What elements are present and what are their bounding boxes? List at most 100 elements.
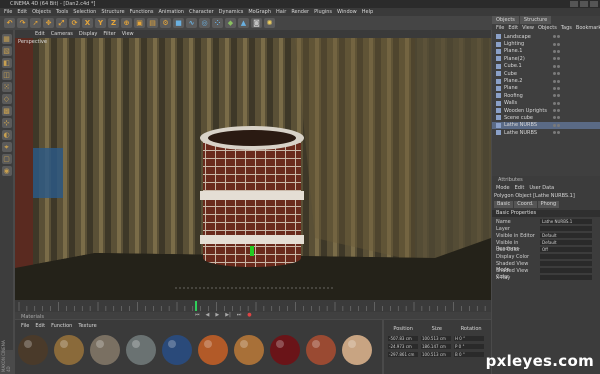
render-view-icon[interactable]: ▣: [134, 18, 145, 28]
minimize-button[interactable]: [570, 1, 578, 7]
material-swatch[interactable]: [233, 334, 265, 366]
viewport-menu-view[interactable]: View: [122, 30, 134, 38]
playhead[interactable]: [195, 301, 197, 311]
material-swatch[interactable]: [269, 334, 301, 366]
materials-menu-item[interactable]: File: [21, 322, 29, 330]
workplane-icon[interactable]: ▢: [1, 154, 12, 164]
menu-objects[interactable]: Objects: [32, 8, 51, 16]
materials-menu-item[interactable]: Function: [51, 322, 72, 330]
object-list-item[interactable]: Lathe NURBS: [492, 129, 600, 136]
attributes-tab[interactable]: Coord.: [514, 201, 537, 208]
rotation-field[interactable]: B 0 °: [454, 352, 484, 357]
deformer-icon[interactable]: ◆: [225, 18, 236, 28]
material-swatch[interactable]: [341, 334, 373, 366]
menu-help[interactable]: Help: [362, 8, 373, 16]
timeline[interactable]: [15, 300, 491, 312]
edge-mode-icon[interactable]: ◇: [1, 94, 12, 104]
object-list-item[interactable]: Lathe NURBS: [492, 121, 600, 130]
material-swatch[interactable]: [89, 334, 121, 366]
materials-menu-item[interactable]: Edit: [35, 322, 45, 330]
visibility-dots[interactable]: [553, 72, 600, 76]
object-list-item[interactable]: Scene cube: [492, 114, 600, 121]
array-icon[interactable]: ⁘: [212, 18, 223, 28]
attribute-value-field[interactable]: [540, 268, 592, 273]
size-field[interactable]: 100.513 cm: [421, 336, 451, 341]
texture-mode-icon[interactable]: ▧: [1, 46, 12, 56]
material-swatch[interactable]: [161, 334, 193, 366]
material-swatch[interactable]: [53, 334, 85, 366]
menu-functions[interactable]: Functions: [130, 8, 154, 16]
render-settings-icon[interactable]: ⚙: [160, 18, 171, 28]
object-mode-icon[interactable]: ◫: [1, 70, 12, 80]
menu-mograph[interactable]: MoGraph: [248, 8, 271, 16]
model-mode-icon[interactable]: ◧: [1, 58, 12, 68]
tweak-mode-icon[interactable]: ◐: [1, 130, 12, 140]
viewport-menu-filter[interactable]: Filter: [103, 30, 115, 38]
cube-primitive-icon[interactable]: ■: [173, 18, 184, 28]
attribute-value-field[interactable]: [540, 261, 592, 266]
nurbs-icon[interactable]: ◎: [199, 18, 210, 28]
objects-menu-objects[interactable]: Objects: [538, 24, 557, 32]
menu-edit[interactable]: Edit: [17, 8, 27, 16]
material-swatch[interactable]: [197, 334, 229, 366]
objects-tab-objects[interactable]: Objects: [492, 16, 519, 24]
objects-menu-tags[interactable]: Tags: [561, 24, 572, 32]
position-field[interactable]: -297.861 cm: [388, 352, 418, 357]
attribute-value-field[interactable]: [540, 254, 592, 259]
play-icon[interactable]: ▶: [215, 312, 219, 319]
attributes-menu-item[interactable]: User Data: [529, 184, 554, 192]
visibility-dots[interactable]: [553, 64, 600, 68]
move-icon[interactable]: ✥: [43, 18, 54, 28]
attributes-menu-item[interactable]: Mode: [496, 184, 510, 192]
objects-tab-structure[interactable]: Structure: [519, 16, 552, 24]
object-list-item[interactable]: Plane(2): [492, 55, 600, 62]
go-to-start-icon[interactable]: ⏮: [195, 312, 200, 319]
step-back-icon[interactable]: ◀: [206, 312, 210, 319]
camera-icon[interactable]: ◙: [251, 18, 262, 28]
redo-icon[interactable]: ↷: [17, 18, 28, 28]
objects-menu-view[interactable]: View: [522, 24, 534, 32]
rotate-icon[interactable]: ⟳: [69, 18, 80, 28]
object-list-item[interactable]: Lighting: [492, 40, 600, 47]
attribute-value-field[interactable]: Default: [540, 240, 592, 245]
maximize-button[interactable]: [580, 1, 588, 7]
menu-selection[interactable]: Selection: [73, 8, 96, 16]
barrel-model[interactable]: [200, 126, 304, 267]
rotation-field[interactable]: P 0 °: [454, 344, 484, 349]
z-axis-icon[interactable]: Z: [108, 18, 119, 28]
visibility-dots[interactable]: [553, 116, 600, 120]
rotation-field[interactable]: H 0 °: [454, 336, 484, 341]
menu-character[interactable]: Character: [189, 8, 214, 16]
material-swatch[interactable]: [17, 334, 49, 366]
attributes-tab[interactable]: Phong: [537, 201, 560, 208]
menu-render[interactable]: Render: [291, 8, 309, 16]
attribute-value-field[interactable]: Off: [540, 247, 592, 252]
visibility-dots[interactable]: [553, 94, 600, 98]
attributes-menu-item[interactable]: Edit: [515, 184, 525, 192]
attribute-value-field[interactable]: [540, 226, 592, 231]
objects-menu-file[interactable]: File: [496, 24, 504, 32]
live-select-icon[interactable]: ➚: [30, 18, 41, 28]
visibility-dots[interactable]: [553, 109, 600, 113]
menu-animation[interactable]: Animation: [158, 8, 184, 16]
visibility-dots[interactable]: [553, 49, 600, 53]
objects-menu-bookmarks[interactable]: Bookmarks: [576, 24, 600, 32]
step-forward-icon[interactable]: ▶|: [225, 312, 231, 319]
visibility-dots[interactable]: [553, 101, 600, 105]
spline-icon[interactable]: ∿: [186, 18, 197, 28]
menu-plugins[interactable]: Plugins: [314, 8, 332, 16]
undo-icon[interactable]: ↶: [4, 18, 15, 28]
object-list-item[interactable]: Plane: [492, 85, 600, 92]
x-axis-icon[interactable]: X: [82, 18, 93, 28]
object-list-item[interactable]: Plane.2: [492, 77, 600, 84]
attribute-value-field[interactable]: Default: [540, 233, 592, 238]
menu-dynamics[interactable]: Dynamics: [219, 8, 244, 16]
close-button[interactable]: [590, 1, 598, 7]
viewport-menu-display[interactable]: Display: [79, 30, 97, 38]
viewport-menu-edit[interactable]: Edit: [35, 30, 45, 38]
snap-icon[interactable]: ⌖: [1, 142, 12, 152]
object-list-item[interactable]: Cube.1: [492, 63, 600, 70]
menu-tools[interactable]: Tools: [56, 8, 68, 16]
visibility-dots[interactable]: [553, 79, 600, 83]
attribute-value-field[interactable]: Lathe NURBS.1: [540, 219, 592, 224]
